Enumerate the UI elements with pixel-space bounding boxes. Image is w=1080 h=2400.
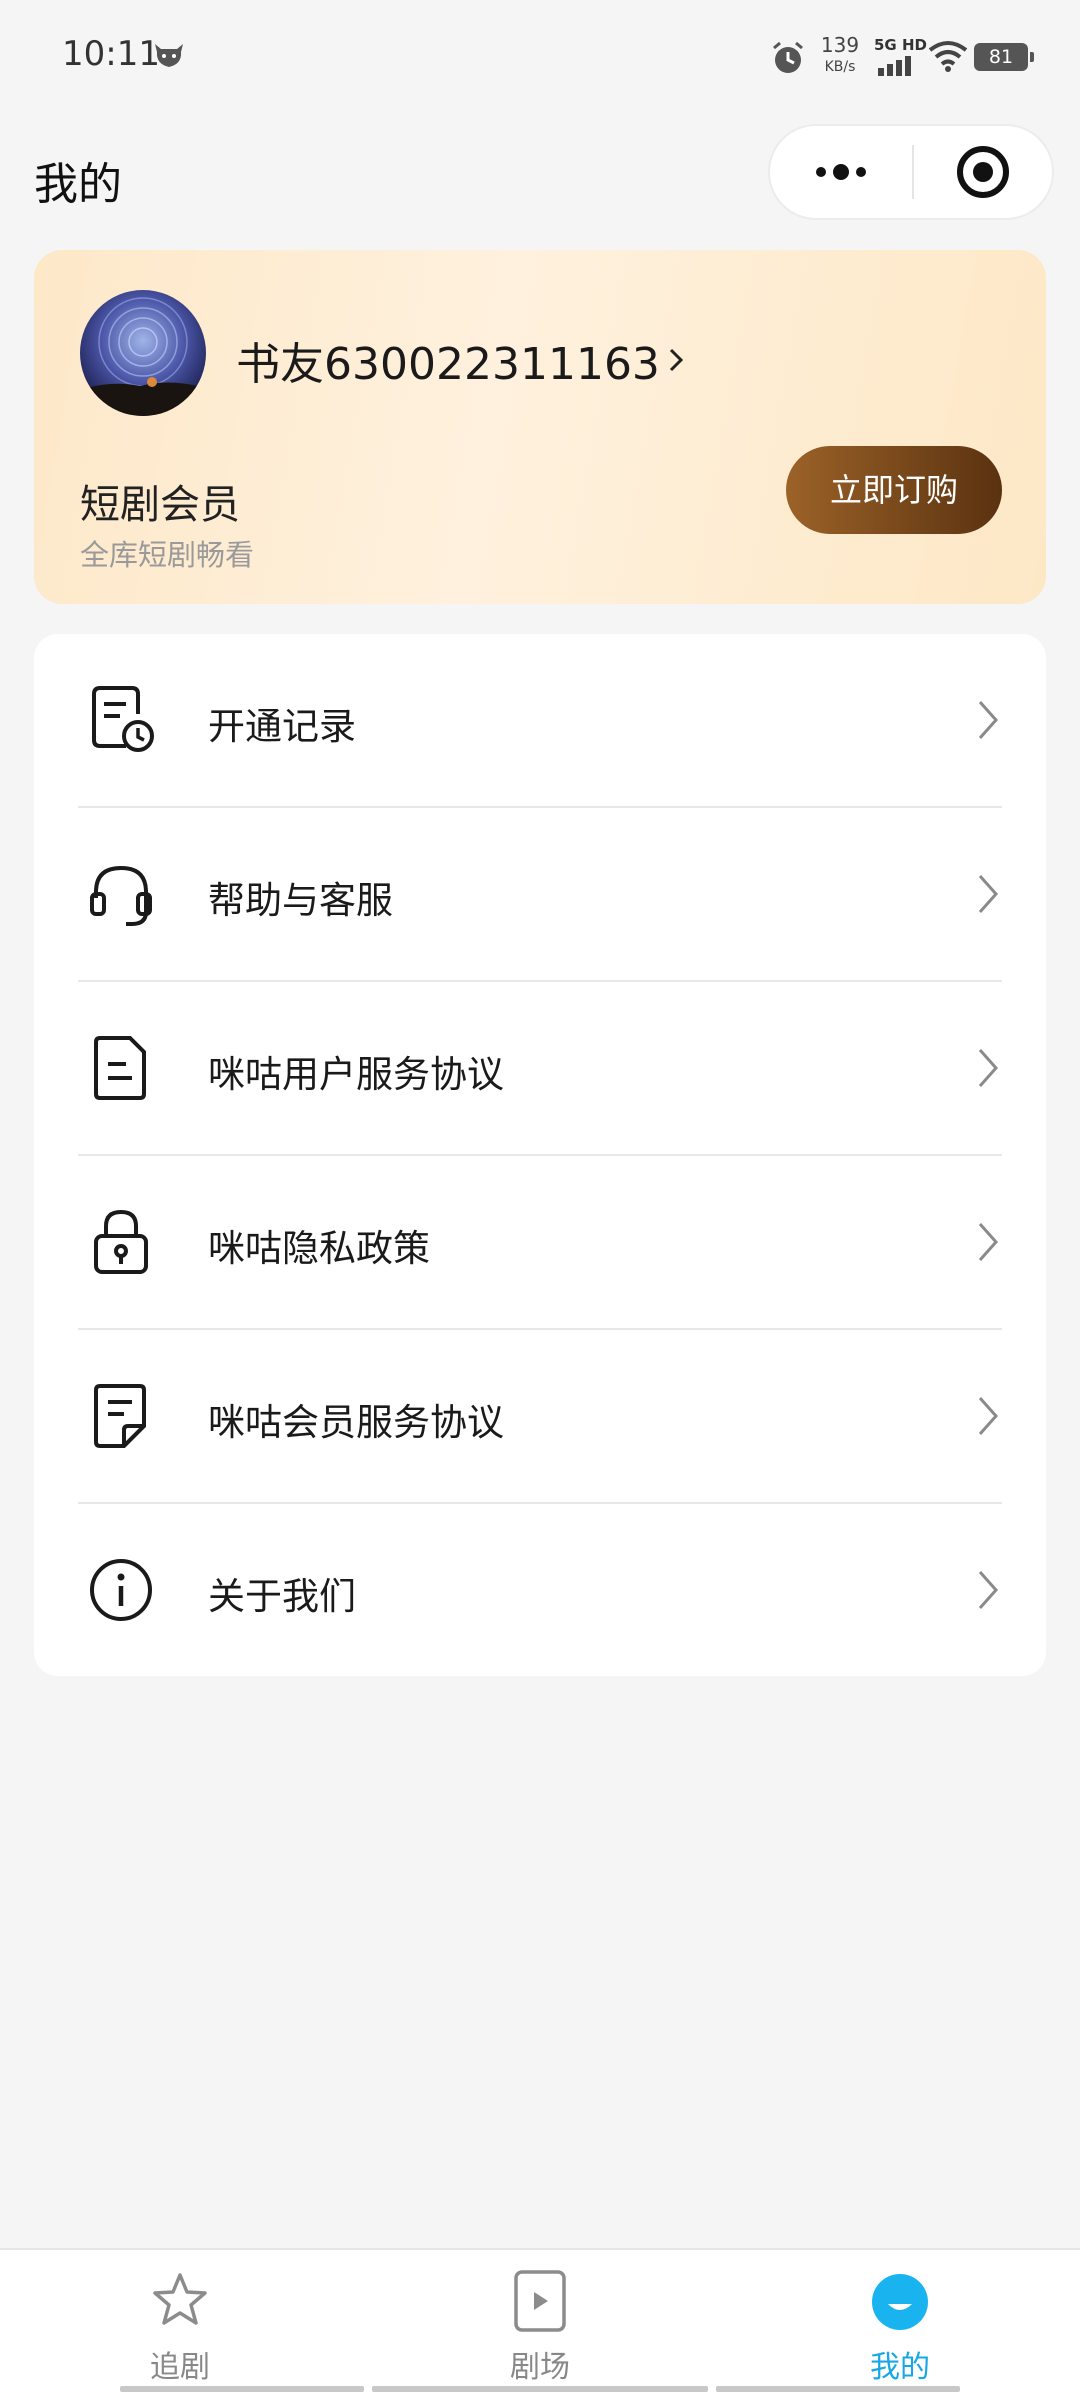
menu-item-about-us[interactable]: 关于我们 (34, 1504, 1046, 1678)
star-icon (153, 2273, 207, 2325)
chevron-right-icon (978, 875, 999, 913)
tab-mine[interactable]: 我的 (790, 2250, 1010, 2390)
menu-item-label: 咪咕会员服务协议 (208, 1401, 504, 1444)
network-type: 5G HD (874, 36, 927, 54)
subscribe-button[interactable]: 立即订购 (786, 446, 1002, 534)
menu-item-label: 帮助与客服 (208, 879, 393, 922)
record-icon (92, 686, 154, 752)
chevron-right-icon (978, 1049, 999, 1087)
menu-item-label: 开通记录 (208, 705, 356, 748)
menu-item-member-agreement[interactable]: 咪咕会员服务协议 (34, 1330, 1046, 1504)
username-row[interactable]: 书友630022311163 (236, 328, 686, 392)
vip-title: 短剧会员 (80, 482, 240, 528)
menu-item-records[interactable]: 开通记录 (34, 634, 1046, 808)
wifi-icon (928, 41, 968, 72)
menu-item-label: 咪咕用户服务协议 (208, 1053, 504, 1096)
chevron-right-icon (978, 1223, 999, 1261)
member-card: 书友630022311163 短剧会员 全库短剧畅看 立即订购 (34, 250, 1046, 604)
document-edit-icon (94, 1384, 146, 1448)
menu-list: 开通记录 帮助与客服 咪咕用户服务协议 咪咕隐私政策 咪咕会员服务协议 关于我们 (34, 634, 1046, 1676)
chevron-right-icon (978, 1571, 999, 1609)
tab-follow[interactable]: 追剧 (70, 2250, 290, 2390)
tab-label: 追剧 (150, 2350, 210, 2385)
document-icon (94, 1036, 146, 1100)
menu-item-privacy-policy[interactable]: 咪咕隐私政策 (34, 1156, 1046, 1330)
target-close-icon (957, 146, 1009, 198)
profile-icon (872, 2274, 928, 2330)
signal-icon (878, 56, 911, 76)
avatar[interactable] (80, 290, 206, 416)
app-notification-icon (155, 44, 183, 67)
status-time: 10:11 (62, 34, 160, 74)
menu-item-label: 关于我们 (208, 1575, 356, 1618)
mini-program-capsule (768, 124, 1054, 220)
tab-theater[interactable]: 剧场 (430, 2250, 650, 2390)
network-speed: 139 KB/s (820, 33, 860, 75)
info-icon (90, 1559, 152, 1621)
menu-item-help[interactable]: 帮助与客服 (34, 808, 1046, 982)
vip-subtitle: 全库短剧畅看 (80, 538, 255, 572)
chevron-right-icon (978, 1397, 999, 1435)
more-button[interactable] (770, 126, 912, 218)
tab-label: 我的 (870, 2350, 930, 2385)
gesture-bar (0, 2386, 1080, 2394)
lock-icon (94, 1209, 148, 1274)
alarm-icon (773, 41, 803, 73)
chevron-right-icon (669, 348, 684, 372)
page-title: 我的 (34, 159, 122, 210)
more-dots-icon (816, 164, 866, 180)
username: 书友630022311163 (236, 339, 660, 390)
status-bar: 10:11 139 KB/s 5G HD 81 (0, 0, 1080, 110)
battery-indicator: 81 (974, 43, 1034, 71)
close-button[interactable] (914, 126, 1052, 218)
chevron-right-icon (978, 701, 999, 739)
headset-icon (90, 865, 152, 926)
menu-item-label: 咪咕隐私政策 (208, 1227, 430, 1270)
avatar-image (80, 290, 206, 416)
bottom-tab-bar: 追剧 剧场 我的 (0, 2248, 1080, 2400)
menu-item-user-agreement[interactable]: 咪咕用户服务协议 (34, 982, 1046, 1156)
tab-label: 剧场 (510, 2350, 570, 2385)
play-icon (514, 2270, 566, 2332)
